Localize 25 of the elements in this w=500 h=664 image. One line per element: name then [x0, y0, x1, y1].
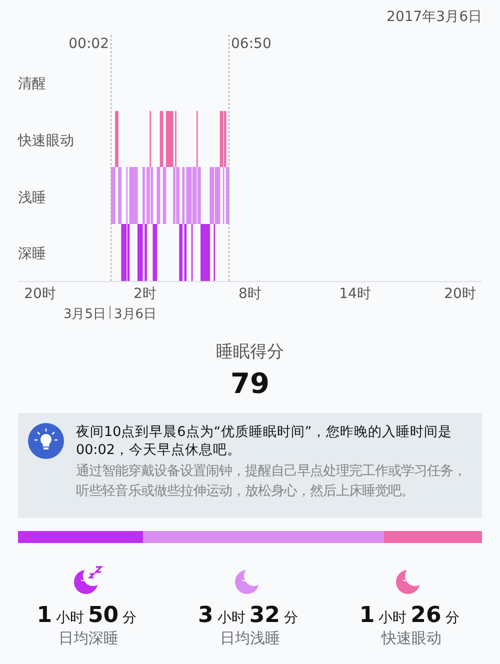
score-value: 79 [230, 367, 270, 400]
time-label: 00:02 [68, 36, 109, 52]
axis-label: 20时 [24, 286, 56, 302]
axis-label: 2时 [134, 286, 156, 302]
tip-advice: 通过智能穿戴设备设置闹钟，提醒自己早点处理完工作或学习任务，听些轻音乐或做些拉伸运动，放松身心，然后上床睡觉吧。 [76, 462, 467, 501]
tip-headline: 夜间10点到早晨6点为“优质睡眠时间”，您昨晚的入睡时间是00:02，今天早点休息吧。 [76, 423, 453, 459]
day-label: 3月6日 [114, 307, 157, 322]
duration-value: 1 小时 26 分 [359, 603, 460, 628]
stat-label: 日均浅睡 [220, 629, 280, 648]
score-label: 睡眠得分 [216, 341, 284, 363]
duration-value: 3 小时 32 分 [198, 603, 299, 628]
axis-label: 20时 [444, 286, 476, 302]
stat-label: 日均深睡 [58, 629, 119, 648]
stage-label: 浅睡 [18, 190, 46, 206]
stat-label: 快速眼动 [381, 629, 442, 648]
stage-label: 清醒 [18, 76, 46, 92]
stage-label: 深睡 [18, 246, 46, 262]
time-label: 06:50 [231, 36, 272, 52]
date-label: 2017年3月6日 [386, 9, 482, 25]
duration-value: 1 小时 50 分 [36, 603, 138, 628]
axis-label: 8时 [238, 286, 262, 302]
axis-label: 14时 [339, 286, 371, 302]
stage-label: 快速眼动 [18, 133, 74, 149]
day-label: 3月5日 [63, 307, 106, 322]
lightbulb-icon [28, 423, 64, 459]
